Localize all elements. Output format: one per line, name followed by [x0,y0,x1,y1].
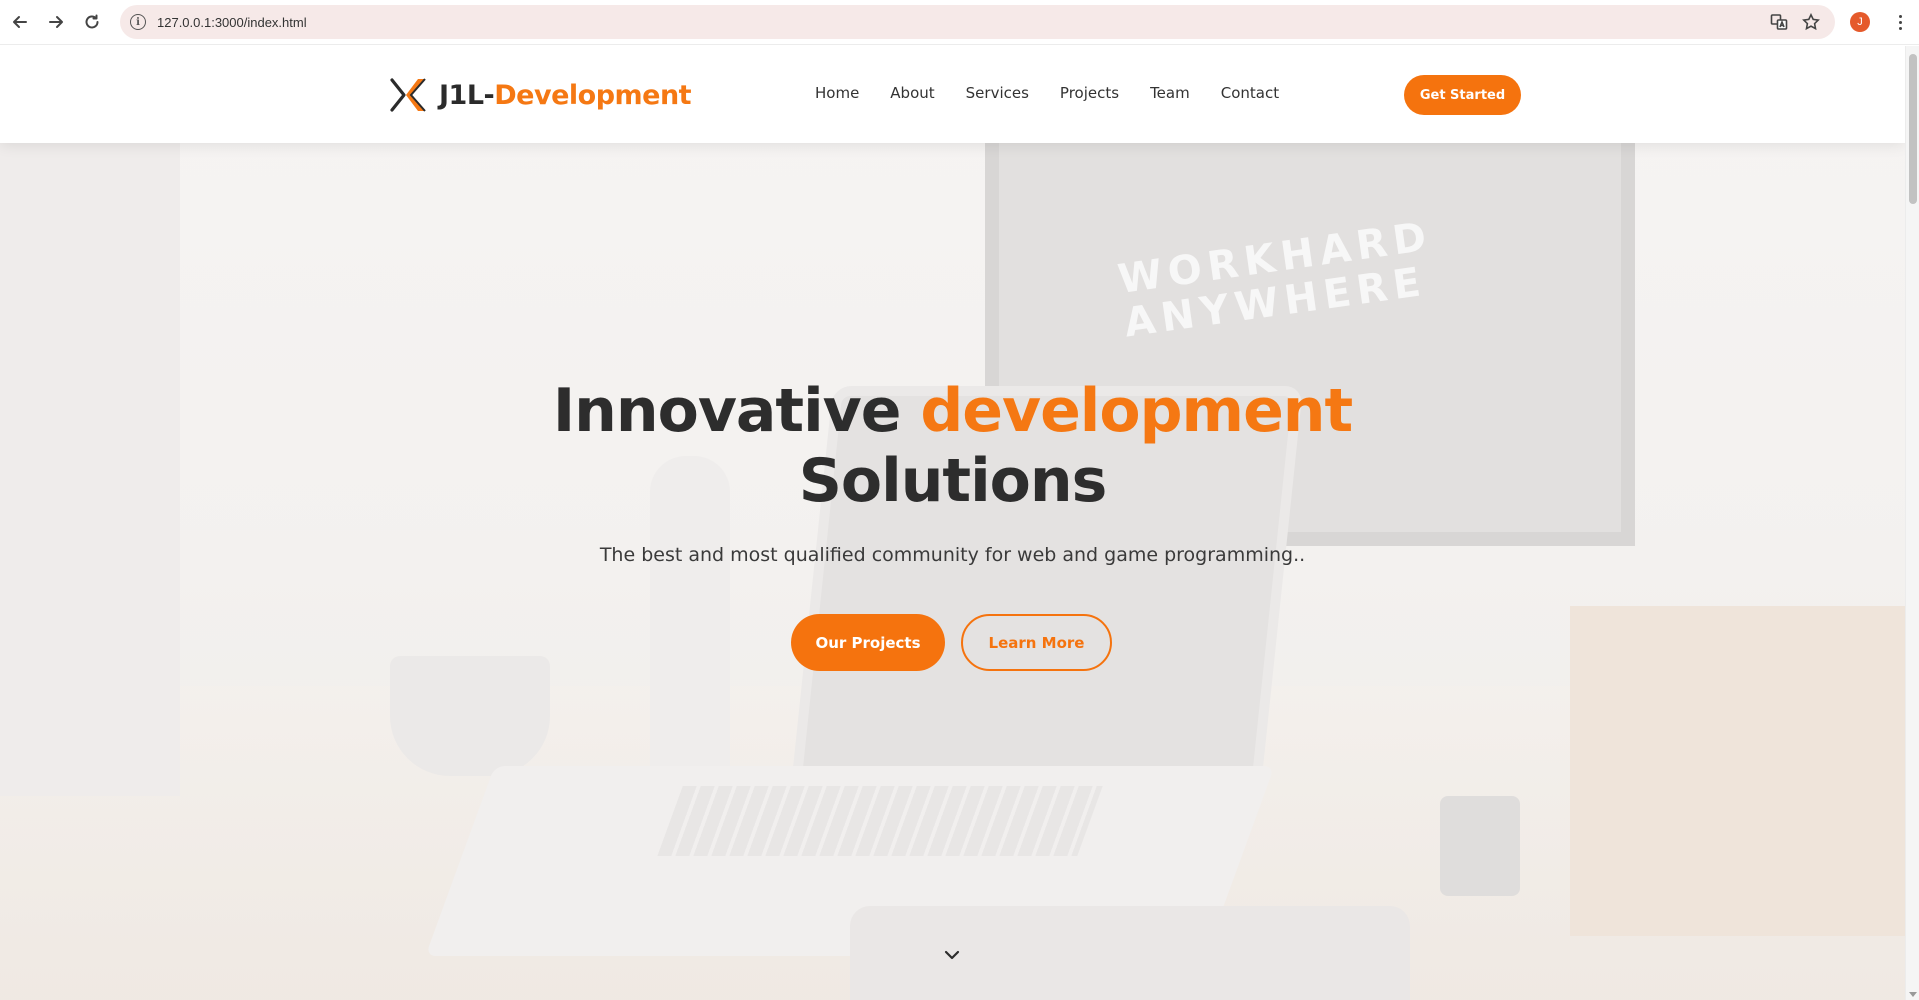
logo-text: J1L-Development [439,79,692,111]
scrollbar-thumb[interactable] [1909,54,1917,204]
logo-icon [390,78,426,112]
info-icon[interactable]: i [130,14,146,30]
main-nav: Home About Services Projects Team Contac… [815,84,1310,102]
hero-subtitle: The best and most qualified community fo… [599,544,1306,566]
back-arrow-icon[interactable] [7,9,33,35]
get-started-button[interactable]: Get Started [1404,75,1521,115]
translate-icon[interactable] [1770,13,1788,31]
logo[interactable]: J1L-Development [389,76,692,114]
browser-toolbar: i 127.0.0.1:3000/index.html J [0,0,1919,45]
kebab-menu-icon[interactable] [1890,12,1910,32]
nav-projects[interactable]: Projects [1060,84,1119,102]
url-text[interactable]: 127.0.0.1:3000/index.html [157,15,307,30]
reload-icon[interactable] [79,9,105,35]
address-bar[interactable]: i 127.0.0.1:3000/index.html [120,5,1835,39]
bg-laptop-keys [657,786,1103,856]
hero-title-accent: development [920,376,1353,446]
bg-box [1570,606,1905,936]
hero-title-part2: Solutions [798,446,1108,516]
page-viewport: WORKHARD ANYWHERE Innovative development… [0,46,1905,1000]
bg-pen-holder [1440,796,1520,896]
hero-title: Innovative development Solutions [0,376,1905,516]
nav-services[interactable]: Services [966,84,1029,102]
our-projects-button[interactable]: Our Projects [791,614,945,671]
nav-team[interactable]: Team [1150,84,1190,102]
scrollbar-down-arrow[interactable] [1909,992,1917,997]
hero-section: WORKHARD ANYWHERE Innovative development… [0,46,1905,1000]
site-header: J1L-Development Home About Services Proj… [0,46,1905,143]
star-icon[interactable] [1802,13,1820,31]
chevron-down-icon[interactable] [941,946,963,964]
hero-title-part1: Innovative [552,376,921,446]
forward-arrow-icon[interactable] [43,9,69,35]
nav-contact[interactable]: Contact [1221,84,1279,102]
page-scrollbar[interactable] [1905,46,1919,1000]
nav-home[interactable]: Home [815,84,859,102]
bg-plant-pot [390,656,550,776]
learn-more-button[interactable]: Learn More [961,614,1112,671]
nav-about[interactable]: About [890,84,934,102]
bg-mousepad [850,906,1410,1000]
profile-avatar[interactable]: J [1850,12,1870,32]
